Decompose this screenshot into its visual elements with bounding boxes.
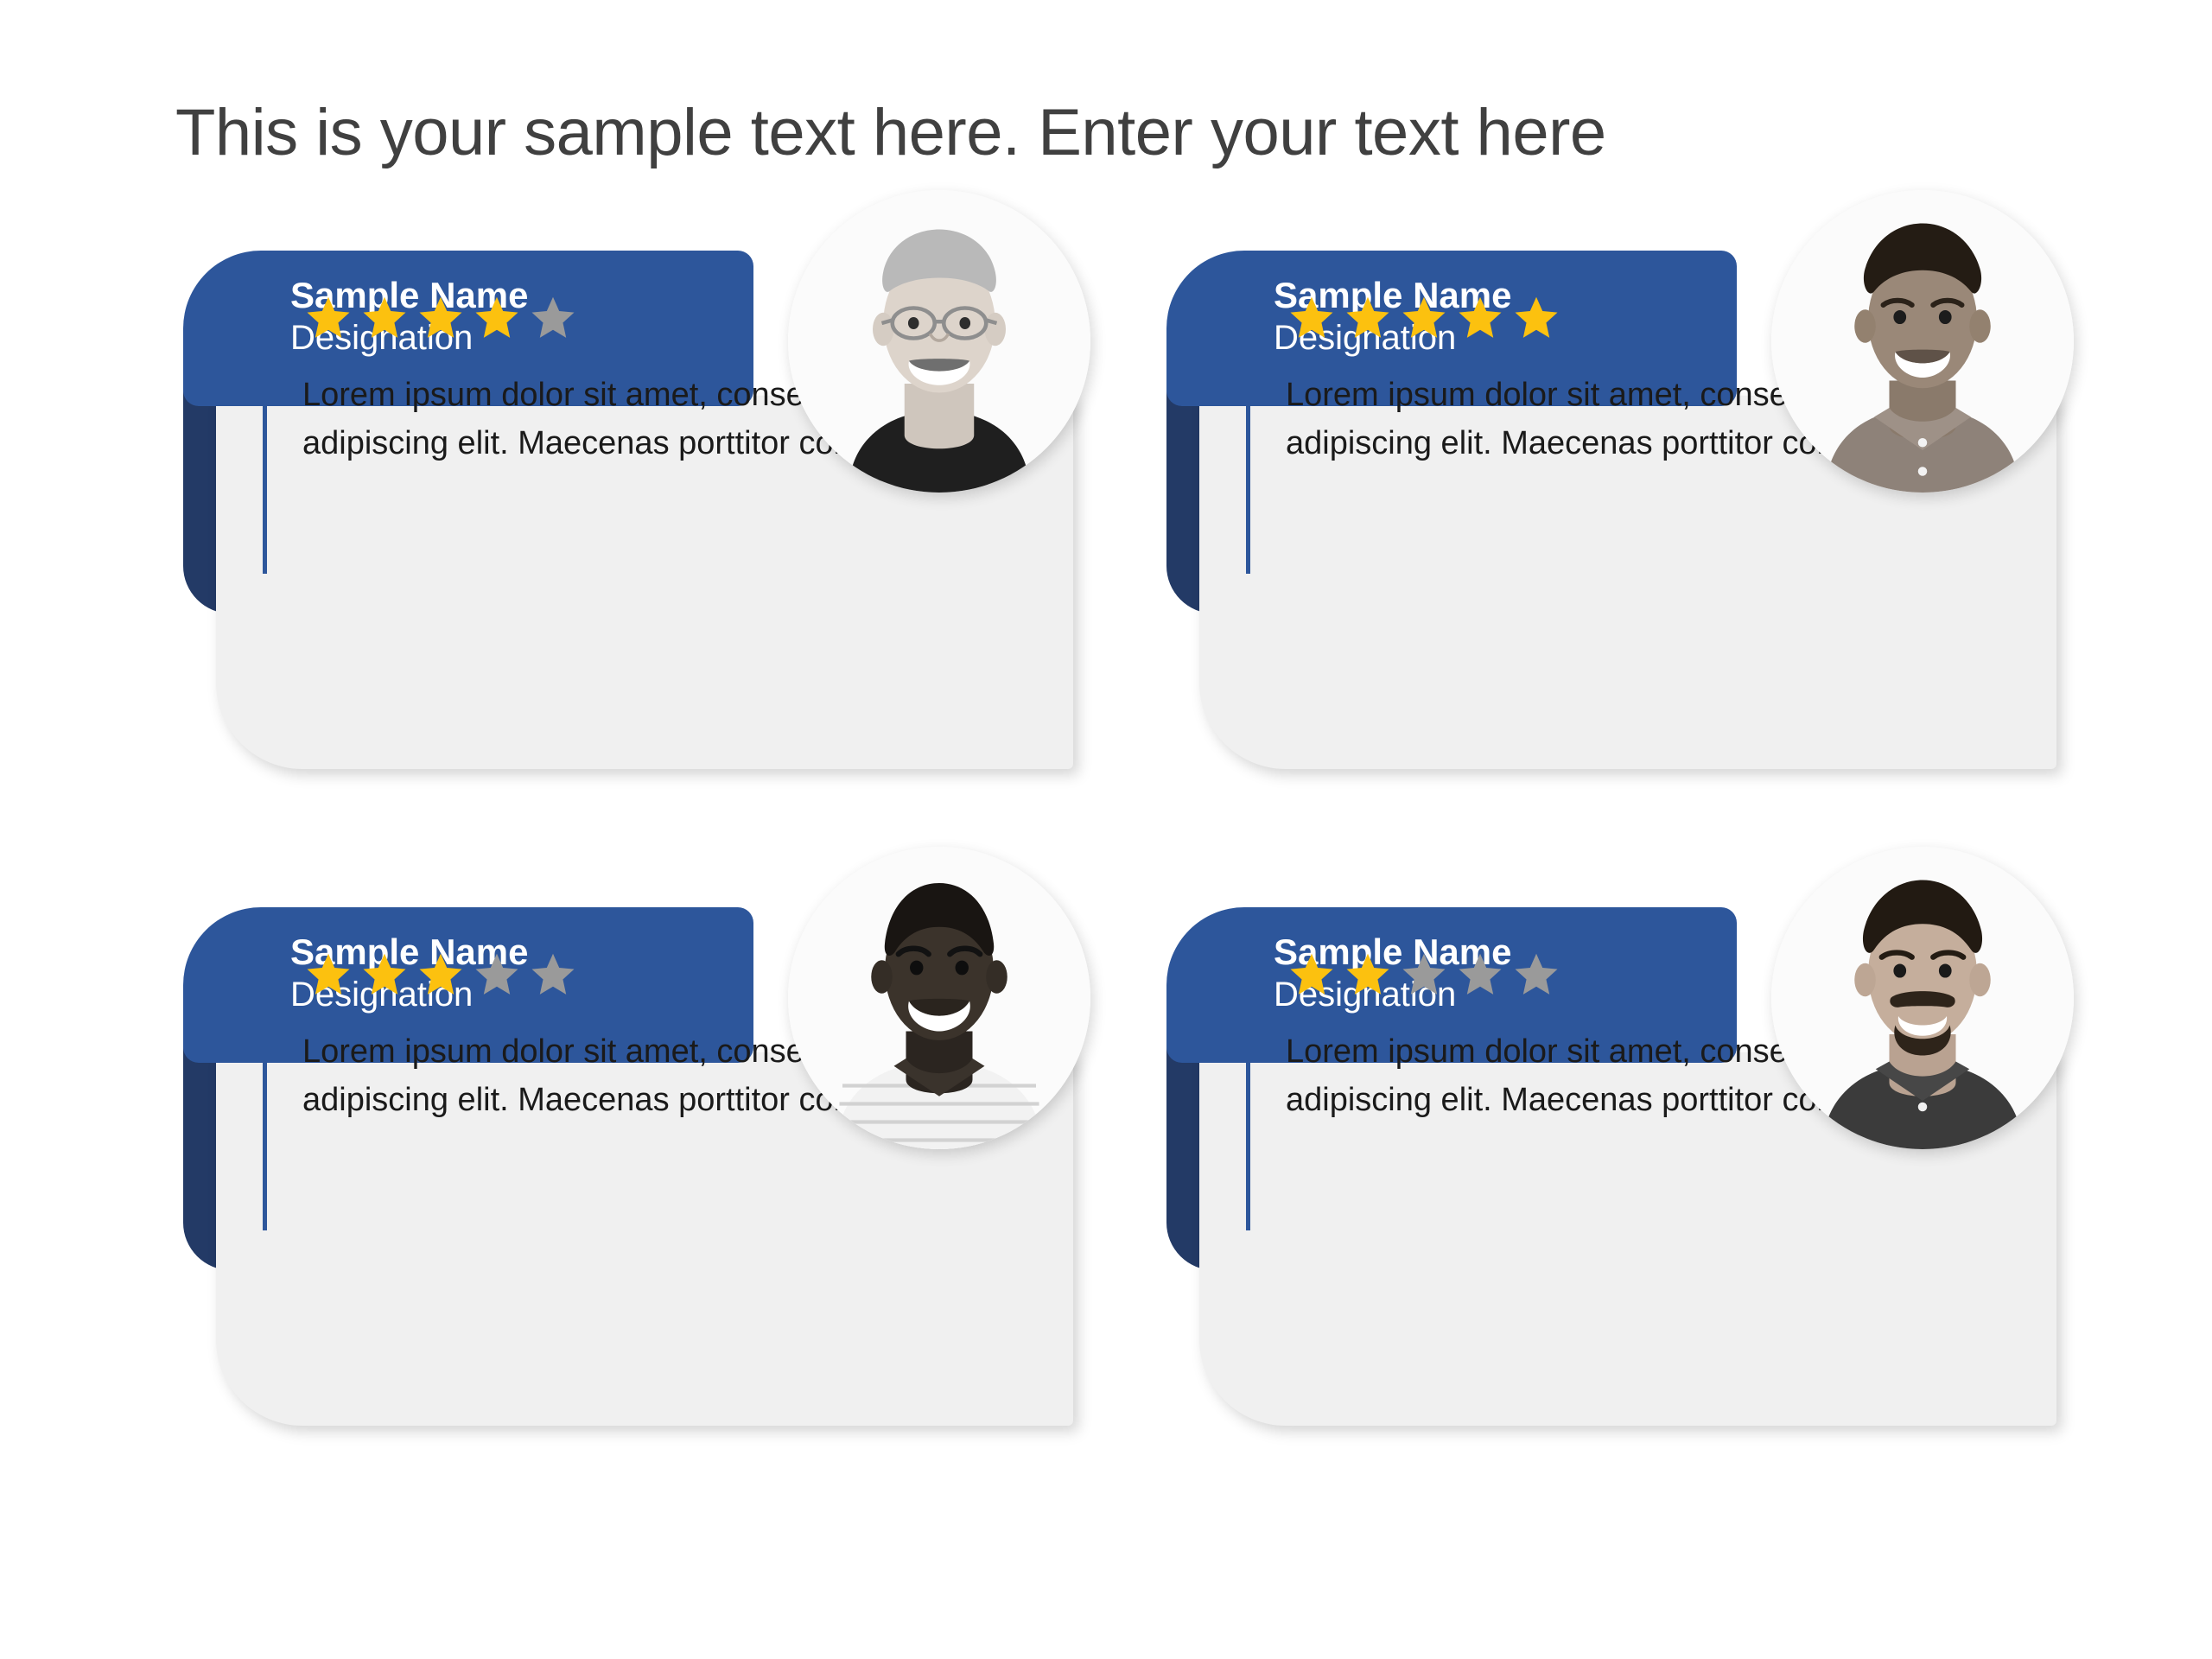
star-empty-icon[interactable] bbox=[529, 950, 577, 999]
star-empty-icon[interactable] bbox=[529, 294, 577, 342]
avatar-photo bbox=[1771, 190, 2074, 493]
avatar-photo bbox=[1771, 847, 2074, 1149]
star-filled-icon[interactable] bbox=[1287, 950, 1336, 999]
testimonial-card-grid: Sample Name Designation Lorem ipsum dolor … bbox=[0, 0, 2212, 1659]
star-empty-icon[interactable] bbox=[1400, 950, 1448, 999]
star-filled-icon[interactable] bbox=[416, 950, 465, 999]
star-filled-icon[interactable] bbox=[1400, 294, 1448, 342]
avatar[interactable] bbox=[1771, 847, 2074, 1149]
avatar-photo bbox=[788, 847, 1090, 1149]
star-rating[interactable] bbox=[304, 294, 577, 342]
quote-accent-bar bbox=[1246, 963, 1250, 1230]
star-empty-icon[interactable] bbox=[1456, 950, 1504, 999]
quote-accent-bar bbox=[263, 963, 267, 1230]
star-filled-icon[interactable] bbox=[1512, 294, 1560, 342]
testimonial-slide: This is your sample text here. Enter you… bbox=[0, 0, 2212, 1659]
star-rating[interactable] bbox=[1287, 950, 1560, 999]
star-empty-icon[interactable] bbox=[473, 950, 521, 999]
testimonial-card[interactable]: Sample Name Designation Lorem ipsum dolor … bbox=[1166, 190, 2074, 855]
testimonial-card[interactable]: Sample Name Designation Lorem ipsum dolor … bbox=[183, 847, 1090, 1512]
testimonial-card[interactable]: Sample Name Designation Lorem ipsum dolor … bbox=[1166, 847, 2074, 1512]
star-empty-icon[interactable] bbox=[1512, 950, 1560, 999]
star-filled-icon[interactable] bbox=[1456, 294, 1504, 342]
avatar[interactable] bbox=[788, 847, 1090, 1149]
star-filled-icon[interactable] bbox=[304, 294, 353, 342]
quote-accent-bar bbox=[263, 306, 267, 574]
star-filled-icon[interactable] bbox=[304, 950, 353, 999]
star-filled-icon[interactable] bbox=[1344, 950, 1392, 999]
star-filled-icon[interactable] bbox=[360, 950, 409, 999]
star-filled-icon[interactable] bbox=[1287, 294, 1336, 342]
avatar-photo bbox=[788, 190, 1090, 493]
avatar[interactable] bbox=[1771, 190, 2074, 493]
testimonial-card[interactable]: Sample Name Designation Lorem ipsum dolor … bbox=[183, 190, 1090, 855]
star-filled-icon[interactable] bbox=[1344, 294, 1392, 342]
star-rating[interactable] bbox=[304, 950, 577, 999]
quote-accent-bar bbox=[1246, 306, 1250, 574]
star-filled-icon[interactable] bbox=[360, 294, 409, 342]
avatar[interactable] bbox=[788, 190, 1090, 493]
star-rating[interactable] bbox=[1287, 294, 1560, 342]
star-filled-icon[interactable] bbox=[473, 294, 521, 342]
star-filled-icon[interactable] bbox=[416, 294, 465, 342]
